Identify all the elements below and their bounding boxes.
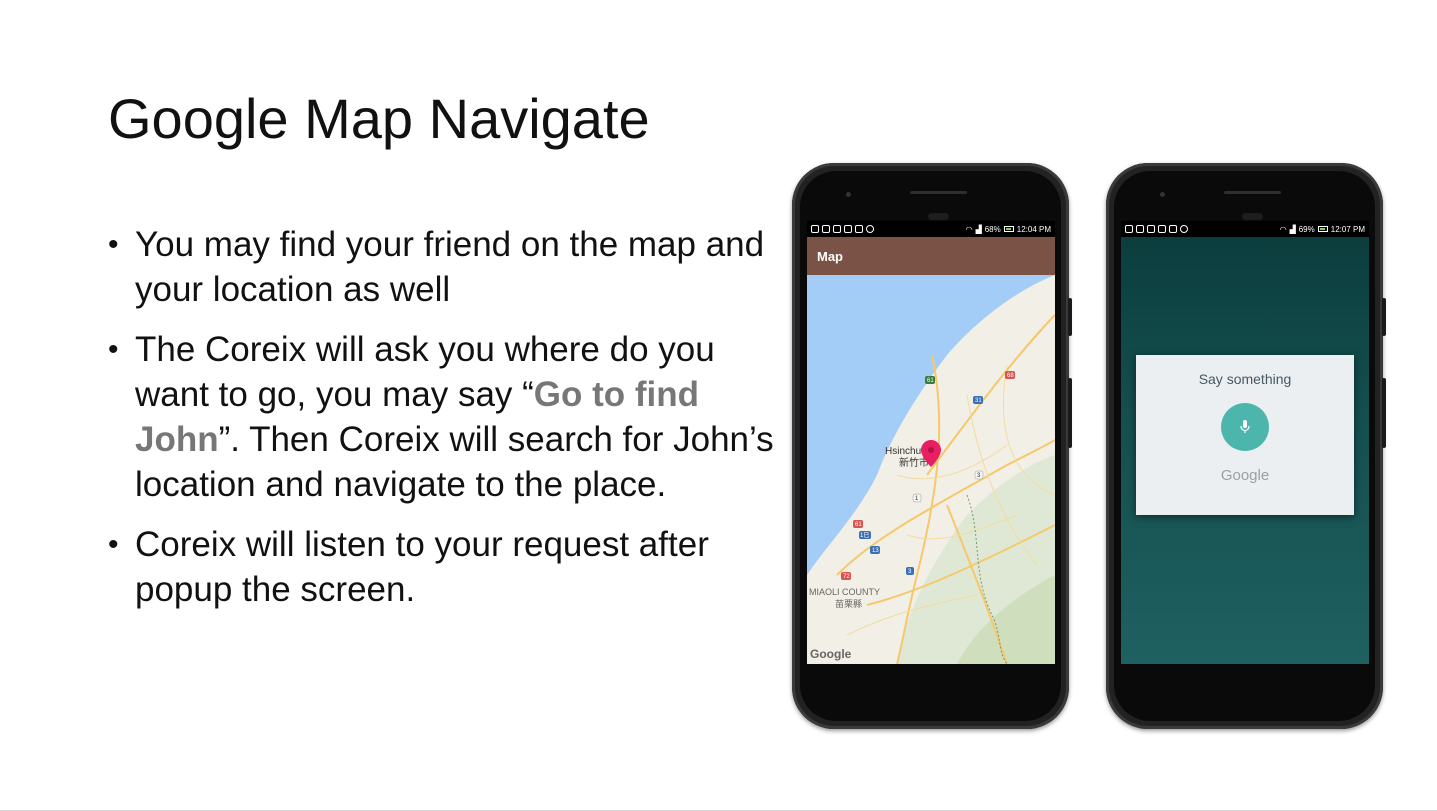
route-shield: 1 (912, 493, 922, 503)
bullet-item: You may find your friend on the map and … (108, 222, 788, 312)
record-icon (866, 225, 874, 233)
system-status: ◠ ▟ 68% 12:04 PM (966, 225, 1051, 234)
status-bar: ◠ ▟ 68% 12:04 PM (807, 221, 1055, 237)
svg-text:61: 61 (927, 378, 934, 384)
phone-screen: ◠ ▟ 68% 12:04 PM Map Hsinchu City 新竹市 MI… (807, 221, 1055, 664)
instagram-icon (811, 225, 819, 233)
microphone-icon (1240, 420, 1250, 433)
battery-icon (1003, 226, 1014, 232)
slide-title: Google Map Navigate (108, 87, 650, 150)
bullet-item: Coreix will listen to your request after… (108, 522, 788, 612)
mail-icon (833, 225, 841, 233)
app-bar: Map (807, 237, 1055, 275)
battery-percent: 69% (1298, 224, 1315, 234)
wifi-icon: ◠ (965, 224, 973, 234)
bullet-list: You may find your friend on the map and … (108, 222, 788, 627)
route-shield: 72 (841, 572, 851, 580)
power-button (1382, 378, 1386, 448)
proximity-sensor (1242, 213, 1263, 220)
status-time: 12:07 PM (1330, 224, 1365, 234)
svg-text:13: 13 (872, 548, 879, 554)
google-logo: Google (810, 647, 852, 661)
bullet-item: The Coreix will ask you where do you wan… (108, 327, 788, 507)
route-shield: 61 (853, 520, 863, 528)
earpiece-speaker (1224, 191, 1281, 194)
image-icon (844, 225, 852, 233)
front-camera (1160, 192, 1165, 197)
signal-icon: ▟ (1289, 224, 1296, 234)
record-icon (1180, 225, 1188, 233)
route-shield: 1已 (859, 531, 871, 539)
image-icon (1158, 225, 1166, 233)
volume-button (1382, 298, 1386, 336)
battery-percent: 68% (984, 224, 1001, 234)
earpiece-speaker (910, 191, 967, 194)
map-county-label-cn: 苗栗縣 (835, 599, 862, 610)
svg-text:68: 68 (1007, 373, 1014, 379)
instagram-icon (1169, 225, 1177, 233)
instagram-icon (855, 225, 863, 233)
app-bar-title: Map (817, 248, 843, 264)
status-time: 12:04 PM (1016, 224, 1051, 234)
map-county-label: MIAOLI COUNTY (809, 587, 880, 597)
svg-text:61: 61 (855, 522, 862, 528)
google-logo: Google (1220, 467, 1270, 484)
chat-icon (1136, 225, 1144, 233)
route-shield: 3 (974, 470, 984, 480)
mic-button[interactable] (1221, 403, 1269, 451)
svg-text:1已: 1已 (860, 532, 869, 539)
svg-text:72: 72 (843, 574, 850, 580)
mail-icon (1147, 225, 1155, 233)
route-shield: 61 (925, 376, 935, 384)
voice-input-dialog: Say something Google (1136, 355, 1354, 515)
phone-screen: ◠ ▟ 69% 12:07 PM Say something Google (1121, 221, 1369, 664)
map-view[interactable]: Hsinchu City 新竹市 MIAOLI COUNTY 苗栗縣 61 68… (807, 275, 1055, 664)
notification-icons (811, 225, 874, 233)
status-bar: ◠ ▟ 69% 12:07 PM (1121, 221, 1369, 237)
route-shield: 31 (973, 396, 983, 404)
route-shield: 13 (870, 546, 880, 554)
chat-icon (822, 225, 830, 233)
proximity-sensor (928, 213, 949, 220)
volume-button (1068, 298, 1072, 336)
signal-icon: ▟ (975, 224, 982, 234)
svg-text:31: 31 (975, 398, 982, 404)
notification-icons (1125, 225, 1188, 233)
power-button (1068, 378, 1072, 448)
phone-voice: ◠ ▟ 69% 12:07 PM Say something Google (1106, 163, 1386, 729)
route-shield: 3 (906, 567, 914, 575)
instagram-icon (1125, 225, 1133, 233)
route-shield: 68 (1005, 371, 1015, 379)
system-status: ◠ ▟ 69% 12:07 PM (1280, 225, 1365, 234)
wifi-icon: ◠ (1279, 224, 1287, 234)
voice-prompt: Say something (1198, 371, 1292, 387)
front-camera (846, 192, 851, 197)
battery-icon (1317, 226, 1328, 232)
phone-map: ◠ ▟ 68% 12:04 PM Map Hsinchu City 新竹市 MI… (792, 163, 1072, 729)
